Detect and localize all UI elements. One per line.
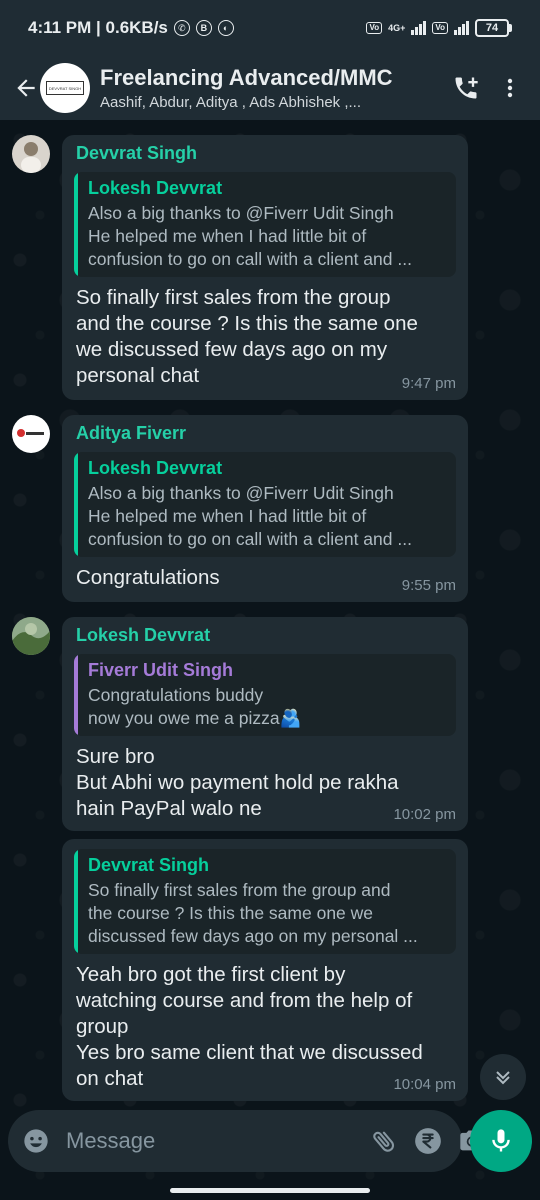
group-name: Freelancing Advanced/MMC <box>100 65 393 90</box>
quote-text: Congratulations buddy now you owe me a p… <box>88 685 302 728</box>
quote-text: Also a big thanks to @Fiverr Udit Singh … <box>88 203 412 269</box>
quoted-message[interactable]: Fiverr Udit Singh Congratulations buddy … <box>74 654 456 736</box>
voice-message-button[interactable] <box>470 1110 532 1172</box>
group-logo: DEVVRAT SINGH <box>46 81 84 95</box>
quoted-message[interactable]: Lokesh Devvrat Also a big thanks to @Fiv… <box>74 172 456 277</box>
emoji-icon <box>24 1129 48 1153</box>
battery-level: 74 <box>485 22 499 34</box>
quote-text: Also a big thanks to @Fiverr Udit Singh … <box>88 483 412 549</box>
signal-icon <box>411 21 427 35</box>
volte-icon-2: Vo <box>432 22 448 34</box>
add-call-icon <box>455 77 478 99</box>
quoted-message[interactable]: Lokesh Devvrat Also a big thanks to @Fiv… <box>74 452 456 557</box>
chat-header: DEVVRAT SINGH Freelancing Advanced/MMC A… <box>0 56 540 120</box>
quote-text: So finally first sales from the group an… <box>88 880 418 946</box>
quote-author: Lokesh Devvrat <box>88 178 223 198</box>
quote-author: Devvrat Singh <box>88 855 210 875</box>
quoted-message[interactable]: Devvrat Singh So finally first sales fro… <box>74 849 456 954</box>
avatar-devvrat[interactable] <box>12 135 50 173</box>
message-text: Congratulations <box>76 566 220 589</box>
add-call-button[interactable] <box>444 66 488 110</box>
message-time: 10:02 pm <box>393 806 456 823</box>
avatar-aditya[interactable] <box>12 415 50 453</box>
battery-icon: 74 <box>475 19 512 37</box>
message-sender: Lokesh Devvrat <box>76 625 211 645</box>
message-text: Yeah bro got the first client by watchin… <box>76 963 423 1090</box>
message-bubble[interactable]: Devvrat Singh Lokesh Devvrat Also a big … <box>62 135 468 400</box>
message-composer <box>8 1110 484 1172</box>
chat-app-icon: ◐ <box>217 20 234 36</box>
network-type-label: 4G+ <box>388 23 406 33</box>
more-options-button[interactable] <box>488 66 532 110</box>
message-time: 10:04 pm <box>393 1076 456 1093</box>
message-time: 9:47 pm <box>401 375 456 392</box>
message-bubble[interactable]: Aditya Fiverr Lokesh Devvrat Also a big … <box>62 415 468 602</box>
status-time-speed: 4:11 PM | 0.6KB/s <box>28 18 168 37</box>
group-avatar[interactable]: DEVVRAT SINGH <box>40 63 90 113</box>
message-bubble[interactable]: Devvrat Singh So finally first sales fro… <box>62 839 468 1101</box>
b-app-icon: B <box>195 20 212 36</box>
message-text: So finally first sales from the group an… <box>76 286 418 387</box>
status-bar: 4:11 PM | 0.6KB/s ✆ B ◐ Vo 4G+ Vo 74 <box>0 0 540 56</box>
avatar-lokesh[interactable] <box>12 617 50 655</box>
group-info[interactable]: Freelancing Advanced/MMC Aashif, Abdur, … <box>100 65 444 111</box>
volte-icon: Vo <box>366 22 383 34</box>
signal-icon-2 <box>454 21 469 35</box>
rupee-icon <box>415 1128 441 1154</box>
message-time: 9:55 pm <box>401 577 456 594</box>
emoji-button[interactable] <box>22 1125 50 1157</box>
more-vert-icon <box>507 78 513 98</box>
message-bubble[interactable]: Lokesh Devvrat Fiverr Udit Singh Congrat… <box>62 617 468 831</box>
message-sender: Aditya Fiverr <box>76 423 187 443</box>
quote-author: Lokesh Devvrat <box>88 458 223 478</box>
quote-author: Fiverr Udit Singh <box>88 660 234 680</box>
microphone-icon <box>492 1129 510 1152</box>
paperclip-icon <box>373 1131 395 1152</box>
whatsapp-icon: ✆ <box>173 20 190 36</box>
back-arrow-icon <box>17 79 35 97</box>
group-members: Aashif, Abdur, Aditya , Ads Abhishek ,..… <box>100 94 361 111</box>
payment-button[interactable] <box>414 1121 442 1161</box>
scroll-to-bottom-button[interactable] <box>480 1054 526 1100</box>
double-chevron-down-icon <box>496 1071 510 1085</box>
message-sender: Devvrat Singh <box>76 143 198 163</box>
attach-button[interactable] <box>370 1121 398 1161</box>
home-indicator[interactable] <box>170 1188 370 1193</box>
message-input[interactable] <box>66 1128 354 1154</box>
